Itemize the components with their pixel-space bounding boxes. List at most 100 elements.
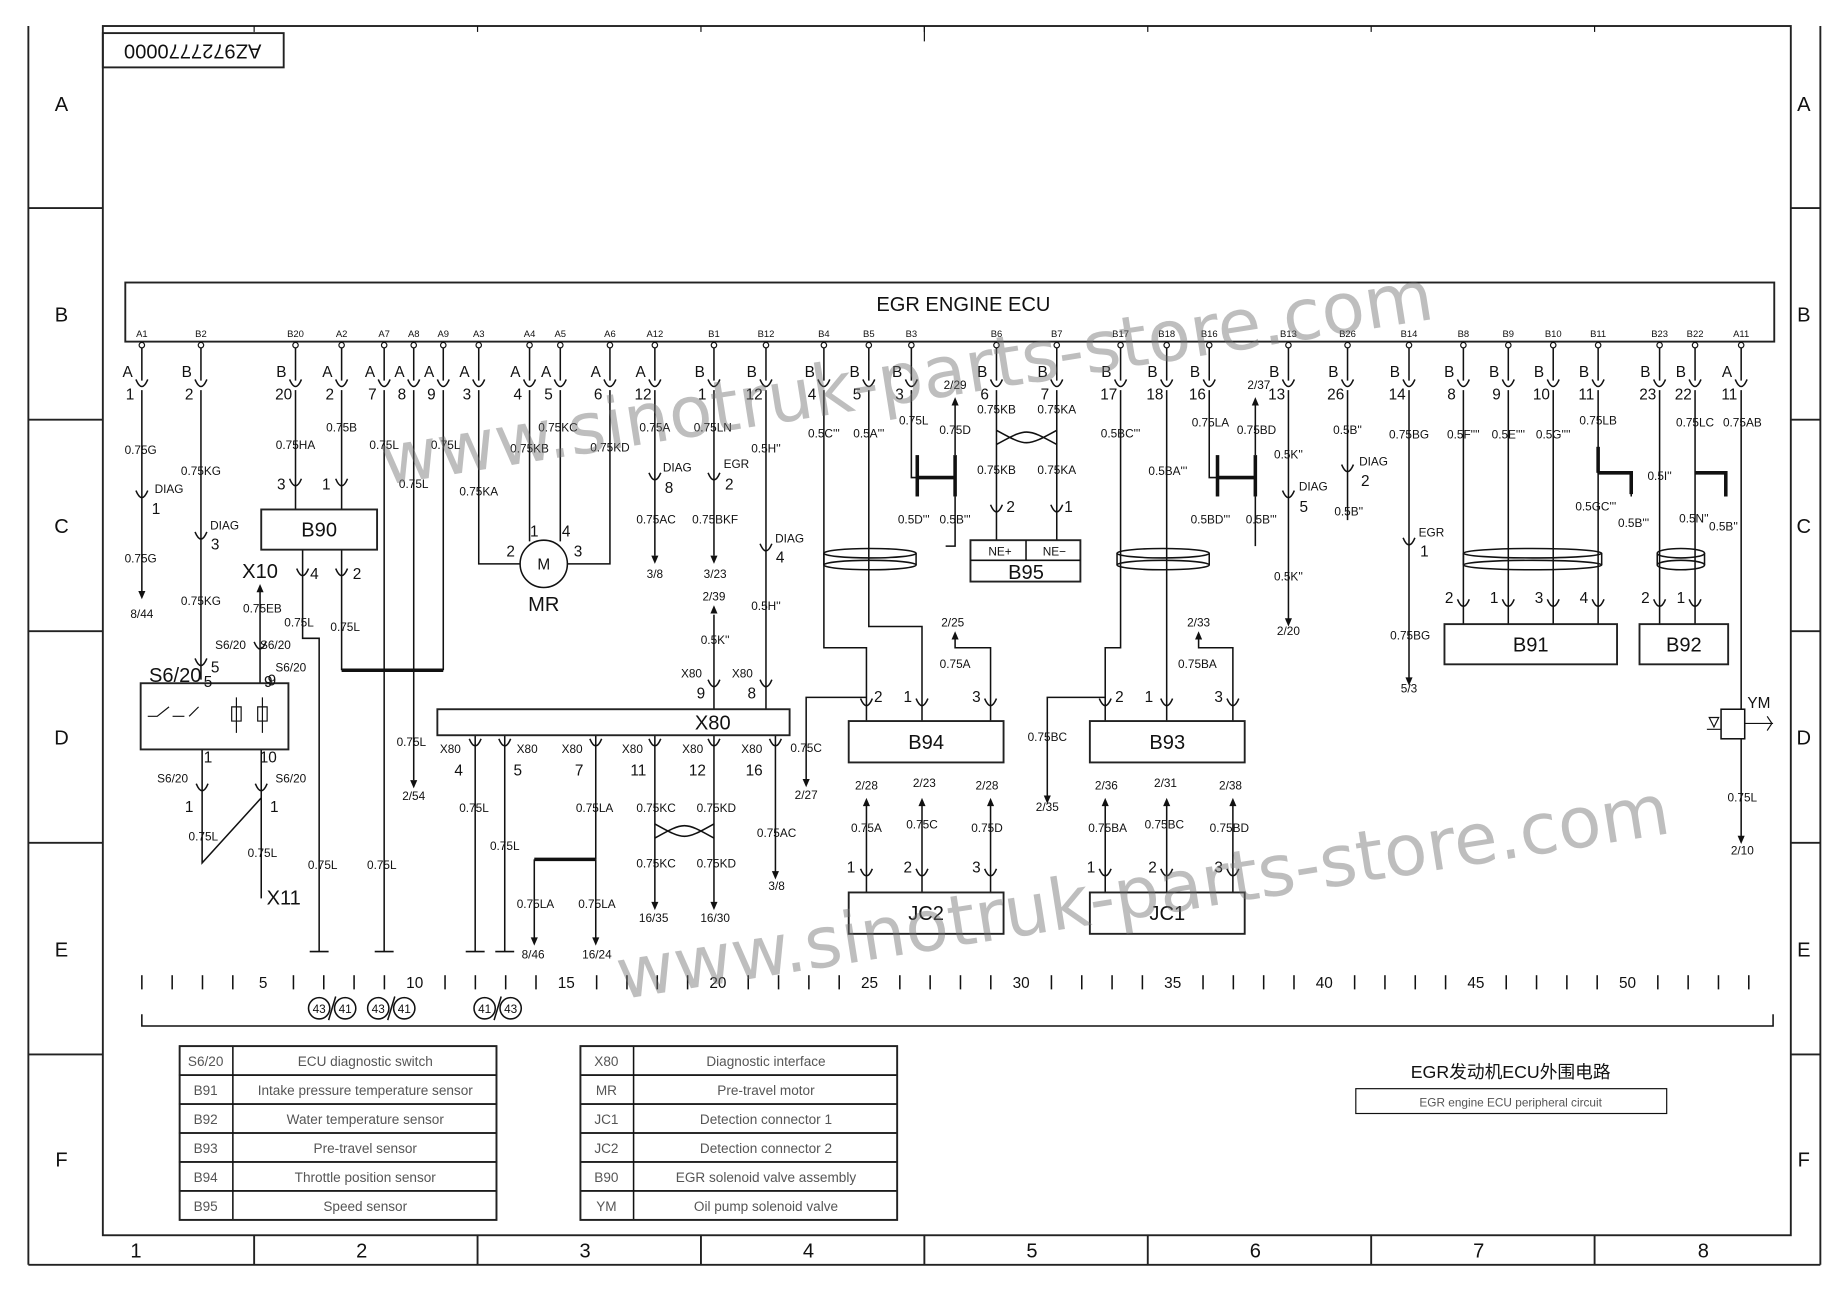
wire-label: 0.75B <box>326 420 357 434</box>
wire <box>1598 471 1634 495</box>
connector-letter: A <box>510 364 521 381</box>
title-english: EGR engine ECU peripheral circuit <box>1419 1095 1602 1109</box>
shield-symbol <box>823 559 917 571</box>
wire-label: 0.75LA <box>517 897 555 911</box>
connector-letter: A <box>322 364 333 381</box>
wire-label: 8/46 <box>522 948 545 962</box>
arrow-up-icon <box>256 583 264 593</box>
ecu-pin-label: A1 <box>136 329 148 340</box>
ecu-pin-label: A4 <box>524 329 536 340</box>
connector-number: 23 <box>1639 387 1656 404</box>
wire-label: 0.5B'' <box>1709 520 1738 534</box>
wire-label: 2/20 <box>1277 624 1300 638</box>
connector-letter: B <box>1489 364 1499 381</box>
ne-plus-label: NE+ <box>988 545 1011 559</box>
pin-terminal <box>606 341 614 349</box>
wire <box>301 549 320 952</box>
connector-letter: A <box>424 364 435 381</box>
wire-label: 3 <box>574 544 583 561</box>
legend-description: Intake pressure temperature sensor <box>258 1083 474 1098</box>
legend-description: Pre-travel motor <box>717 1083 815 1098</box>
wire-label: 0.75C <box>906 818 938 832</box>
pin-terminal <box>1460 341 1467 349</box>
row-label-right: B <box>1797 305 1810 327</box>
ecu-pin-label: B23 <box>1651 329 1668 340</box>
wire-label: 0.75D <box>971 821 1003 835</box>
ecu-pin-label: A2 <box>336 329 348 340</box>
wire-label: 16 <box>746 762 763 779</box>
connector-number: 13 <box>1268 387 1285 404</box>
legend-row: B91 Intake pressure temperature sensor <box>178 1074 498 1105</box>
ne-minus-label: NE− <box>1043 545 1066 559</box>
row-label-right: F <box>1798 1150 1810 1172</box>
wire-label: 3 <box>972 859 981 876</box>
row-label-left: B <box>55 305 68 327</box>
pin-terminal <box>1504 341 1512 349</box>
wire-label: 8 <box>748 686 757 703</box>
ruler-number: 15 <box>558 975 575 992</box>
wire-label: 0.5H'' <box>751 599 780 613</box>
wire-label: 0.75L <box>397 735 427 749</box>
ecu-pin-label: A11 <box>1733 329 1749 340</box>
legend-row: B93 Pre-travel sensor <box>178 1132 498 1163</box>
wire-label: 16/24 <box>582 948 612 962</box>
wire-label: 0.75HA <box>276 438 316 452</box>
pin-terminal <box>475 341 483 349</box>
wire-label: 0.5BD''' <box>1191 513 1231 527</box>
arrow-up-icon <box>1195 631 1203 640</box>
connector-letter: B <box>1534 364 1544 381</box>
cross-ref-label: 41 <box>339 1002 352 1016</box>
wire-label: 0.5K'' <box>1274 569 1303 583</box>
ecu-pin-label: A12 <box>646 329 663 340</box>
connector-letter: A <box>459 364 470 381</box>
wire-label: 7 <box>575 762 584 779</box>
wire-label: 2 <box>506 544 515 561</box>
wire-label: 0.75KG <box>181 464 221 478</box>
wire-label: 0.75KD <box>697 801 736 815</box>
arrow-down-icon <box>651 555 659 564</box>
legend-description: Oil pump solenoid valve <box>694 1199 838 1214</box>
connector-number: 22 <box>1675 387 1692 404</box>
row-label-left: A <box>55 94 69 116</box>
connector-number: 9 <box>427 387 436 404</box>
wire-label: 0.75LB <box>1579 413 1617 427</box>
wire-label: 2/31 <box>1154 776 1177 790</box>
cross-ref-label: 41 <box>478 1002 491 1016</box>
pin-terminal <box>380 341 388 349</box>
b90-label: B90 <box>301 520 337 542</box>
pin-terminal <box>651 341 659 349</box>
wire <box>805 696 867 781</box>
arrow-down-icon <box>710 901 718 911</box>
connector-letter: A <box>541 364 552 381</box>
wire-label: S6/20 <box>215 638 246 652</box>
wire-label: 2/35 <box>1036 800 1059 814</box>
pin-terminal <box>338 341 345 349</box>
ecu-pin-label: A5 <box>555 329 567 340</box>
connector-letter: B <box>1676 364 1686 381</box>
motor-letter: M <box>537 557 550 574</box>
ecu-pin-label: B10 <box>1545 329 1562 340</box>
pin-terminal <box>1656 341 1663 349</box>
wire-label: 3 <box>1535 590 1544 607</box>
wire-label: 3 <box>211 537 220 554</box>
wire-label: 0.75KB <box>977 463 1016 477</box>
arrow-up-icon <box>1229 797 1237 807</box>
wire-label: 0.5GC''' <box>1575 500 1616 514</box>
wire-label: 0.75L <box>1728 790 1758 804</box>
arrow-down-icon <box>138 591 146 600</box>
column-label: 6 <box>1250 1241 1261 1263</box>
pin-terminal <box>526 341 533 349</box>
wire-label: 0.75AC <box>636 513 676 527</box>
wire-label: DIAG <box>210 519 239 533</box>
wire-label: 2/23 <box>913 776 936 790</box>
x80-box <box>436 708 791 737</box>
wire <box>1197 638 1234 722</box>
b94-label: B94 <box>908 732 944 754</box>
b93-label: B93 <box>1149 732 1185 754</box>
wire-label: 0.75AC <box>757 826 797 840</box>
ecu-pin-label: B20 <box>287 329 304 340</box>
wire-label: 2/54 <box>402 789 425 803</box>
connector-letter: A <box>365 364 376 381</box>
wire-label: DIAG <box>1299 480 1328 494</box>
wire-label: 1 <box>1677 590 1686 607</box>
